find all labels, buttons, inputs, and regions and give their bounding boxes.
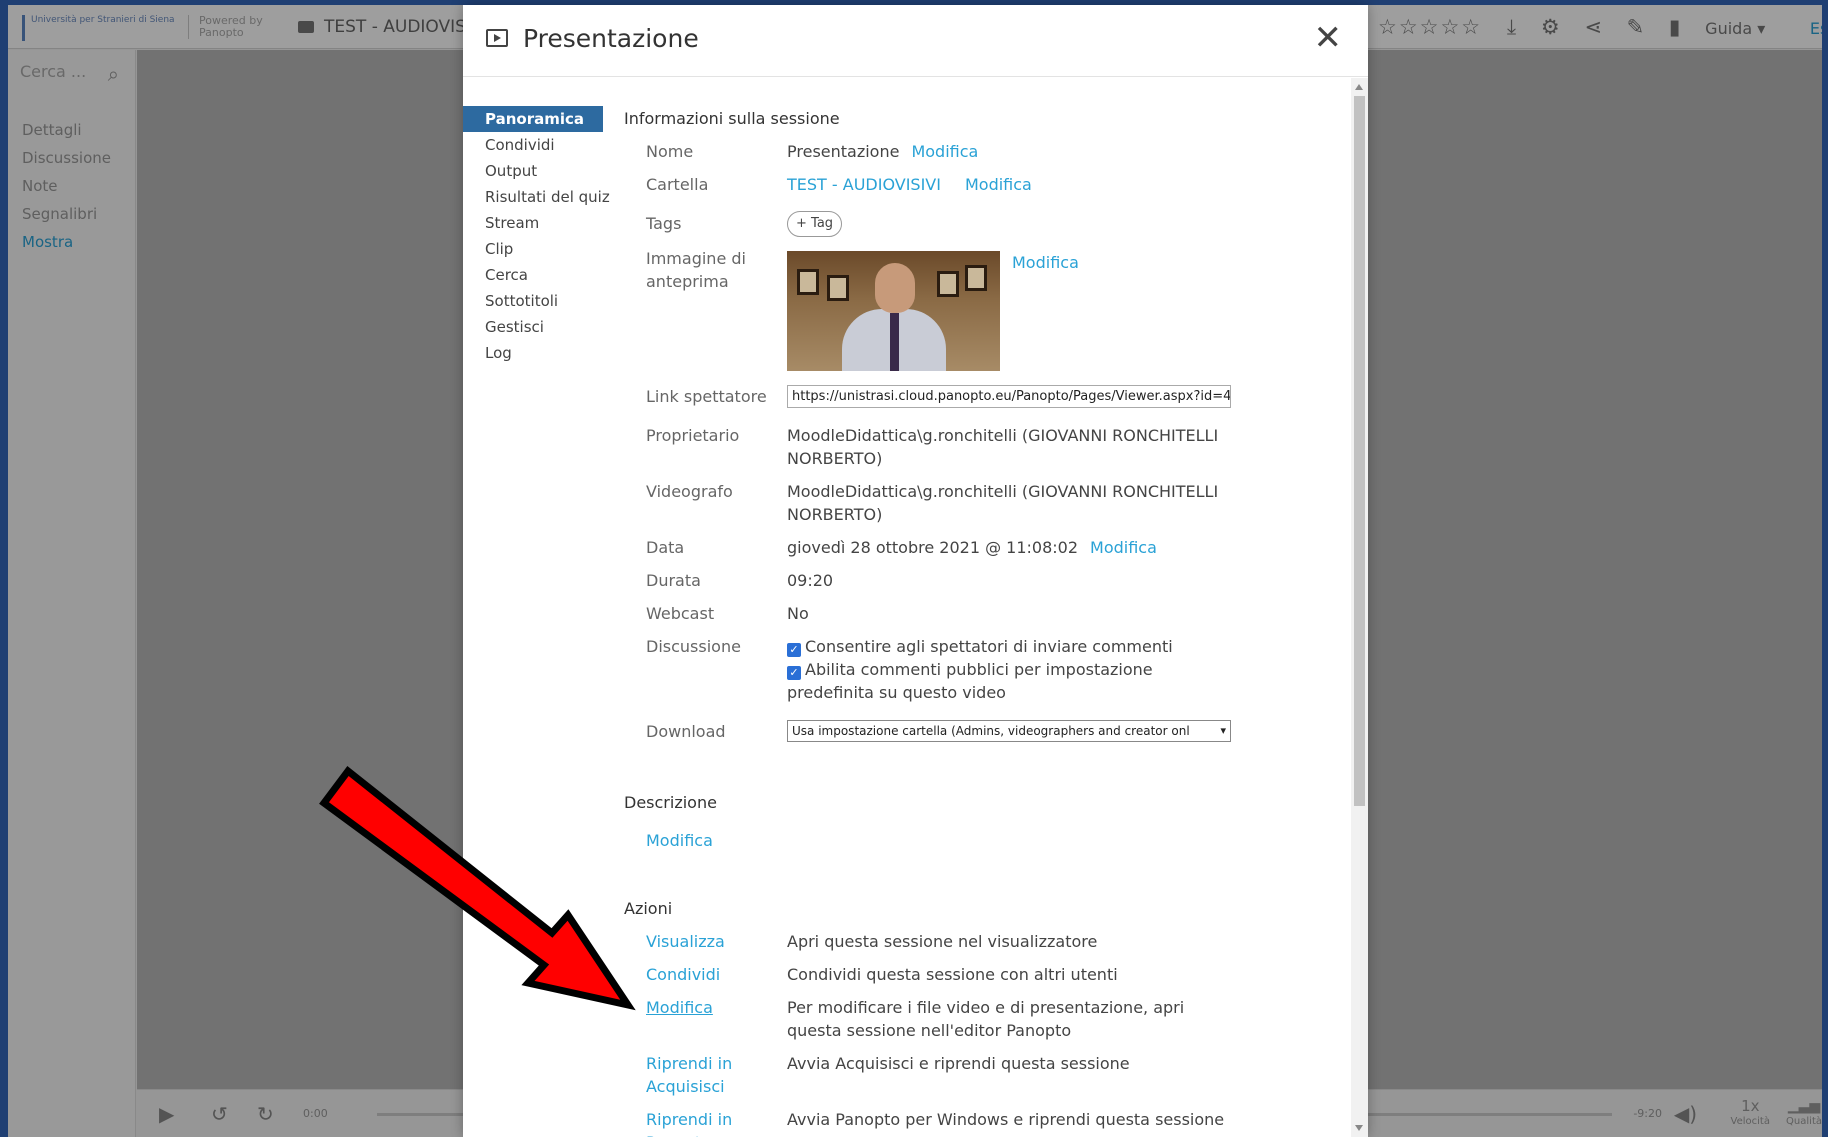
scroll-up-icon[interactable] — [1355, 84, 1363, 90]
action-desc: Condividi questa sessione con altri uten… — [787, 965, 1118, 984]
description-heading: Descrizione — [624, 793, 717, 812]
data-value: giovedì 28 ottobre 2021 @ 11:08:02 — [787, 538, 1079, 557]
row-download: Download Usa impostazione cartella (Admi… — [646, 710, 1232, 754]
action-row: Modifica Per modificare i file video e d… — [646, 992, 1232, 1048]
modifica-anteprima-link[interactable]: Modifica — [1012, 251, 1079, 274]
row-cartella: Cartella TEST - AUDIOVISIVI Modifica — [646, 169, 1232, 202]
nome-value: Presentazione — [787, 142, 900, 161]
tab-gestisci[interactable]: Gestisci — [463, 314, 603, 340]
actions-table: Visualizza Apri questa sessione nel visu… — [646, 926, 1232, 1137]
row-anteprima: Immagine di anteprima Modifica — [646, 243, 1232, 377]
cartella-label: Cartella — [646, 175, 709, 194]
tags-label: Tags — [646, 214, 682, 233]
tab-cerca[interactable]: Cerca — [463, 262, 603, 288]
actions-heading: Azioni — [624, 899, 673, 918]
durata-value: 09:20 — [787, 571, 834, 590]
tab-log[interactable]: Log — [463, 340, 603, 366]
action-row: Riprendi in Panopto per Windows Avvia Pa… — [646, 1104, 1232, 1137]
durata-label: Durata — [646, 571, 701, 590]
webcast-value: No — [787, 604, 809, 623]
row-proprietario: Proprietario MoodleDidattica\g.ronchitel… — [646, 420, 1232, 476]
discussione-label: Discussione — [646, 637, 741, 656]
add-tag-button[interactable]: + Tag — [787, 211, 843, 237]
videografo-label: Videografo — [646, 482, 733, 501]
viewer-link-field[interactable]: https://unistrasi.cloud.panopto.eu/Panop… — [787, 385, 1231, 408]
proprietario-label: Proprietario — [646, 426, 740, 445]
settings-tabs: Panoramica Condividi Output Risultati de… — [463, 106, 610, 366]
row-data: Data giovedì 28 ottobre 2021 @ 11:08:02 M… — [646, 532, 1232, 565]
nome-label: Nome — [646, 142, 694, 161]
session-settings-modal: Presentazione ✕ Panoramica Condividi Out… — [463, 5, 1368, 1137]
tab-panoramica[interactable]: Panoramica — [463, 106, 603, 132]
action-row: Condividi Condividi questa sessione con … — [646, 959, 1232, 992]
action-row: Riprendi in Acquisisci Avvia Acquisisci … — [646, 1048, 1232, 1104]
anteprima-label: Immagine di anteprima — [646, 249, 746, 291]
modal-body: Panoramica Condividi Output Risultati de… — [463, 78, 1368, 1137]
row-durata: Durata 09:20 — [646, 565, 1232, 598]
checkbox-checked-icon[interactable]: ✓ — [787, 666, 801, 680]
action-desc: Apri questa sessione nel visualizzatore — [787, 932, 1098, 951]
row-tags: Tags + Tag — [646, 202, 1232, 243]
panoramica-content: Informazioni sulla sessione Nome Present… — [624, 106, 1350, 1137]
tab-output[interactable]: Output — [463, 158, 603, 184]
session-info-table: Nome Presentazione Modifica Cartella TEST… — [646, 136, 1232, 754]
tab-stream[interactable]: Stream — [463, 210, 603, 236]
cartella-link[interactable]: TEST - AUDIOVISIVI — [787, 175, 941, 194]
modifica-editor-link[interactable]: Modifica — [646, 998, 713, 1017]
data-label: Data — [646, 538, 685, 557]
modal-header: Presentazione ✕ — [463, 5, 1368, 77]
tab-condividi[interactable]: Condividi — [463, 132, 603, 158]
allow-comments-option[interactable]: ✓ Consentire agli spettatori di inviare c… — [787, 635, 1232, 658]
action-desc: Avvia Acquisisci e riprendi questa sessi… — [787, 1054, 1130, 1073]
thumbnail-image — [787, 251, 1000, 371]
row-nome: Nome Presentazione Modifica — [646, 136, 1232, 169]
row-discussione: Discussione ✓ Consentire agli spettatori … — [646, 631, 1232, 710]
scroll-thumb[interactable] — [1354, 96, 1365, 806]
modal-scrollbar[interactable] — [1351, 78, 1368, 1137]
tab-risultati-quiz[interactable]: Risultati del quiz — [463, 184, 610, 210]
action-desc: Avvia Panopto per Windows e riprendi que… — [787, 1110, 1225, 1129]
modifica-descrizione-link[interactable]: Modifica — [646, 831, 713, 850]
visualizza-link[interactable]: Visualizza — [646, 932, 725, 951]
presentation-play-icon — [486, 29, 508, 47]
actions-section: Azioni Visualizza Apri questa sessione n… — [624, 896, 1350, 1137]
tab-clip[interactable]: Clip — [463, 236, 603, 262]
scroll-down-icon[interactable] — [1355, 1125, 1363, 1131]
public-comments-option[interactable]: ✓ Abilita commenti pubblici per impostazi… — [787, 658, 1232, 704]
proprietario-value: MoodleDidattica\g.ronchitelli (GIOVANNI … — [787, 426, 1219, 468]
tab-sottotitoli[interactable]: Sottotitoli — [463, 288, 603, 314]
link-spettatore-label: Link spettatore — [646, 387, 767, 406]
session-info-heading: Informazioni sulla sessione — [624, 109, 840, 128]
action-desc: Per modificare i file video e di present… — [787, 998, 1185, 1040]
webcast-label: Webcast — [646, 604, 715, 623]
riprendi-windows-link[interactable]: Riprendi in Panopto per Windows — [646, 1110, 743, 1137]
close-button[interactable]: ✕ — [1314, 21, 1343, 55]
download-label: Download — [646, 722, 726, 741]
row-videografo: Videografo MoodleDidattica\g.ronchitelli… — [646, 476, 1232, 532]
row-webcast: Webcast No — [646, 598, 1232, 631]
download-select[interactable]: Usa impostazione cartella (Admins, video… — [787, 720, 1231, 742]
description-section: Descrizione Modifica — [624, 790, 1350, 856]
modifica-cartella-link[interactable]: Modifica — [965, 175, 1032, 194]
modifica-nome-link[interactable]: Modifica — [911, 142, 978, 161]
chevron-down-icon: ▾ — [1220, 724, 1226, 737]
action-row: Visualizza Apri questa sessione nel visu… — [646, 926, 1232, 959]
condividi-link[interactable]: Condividi — [646, 965, 720, 984]
modifica-data-link[interactable]: Modifica — [1090, 538, 1157, 557]
row-link-spettatore: Link spettatore https://unistrasi.cloud.… — [646, 377, 1232, 420]
checkbox-checked-icon[interactable]: ✓ — [787, 643, 801, 657]
riprendi-acquisisci-link[interactable]: Riprendi in Acquisisci — [646, 1054, 732, 1096]
modal-title: Presentazione — [523, 24, 699, 53]
videografo-value: MoodleDidattica\g.ronchitelli (GIOVANNI … — [787, 482, 1219, 524]
